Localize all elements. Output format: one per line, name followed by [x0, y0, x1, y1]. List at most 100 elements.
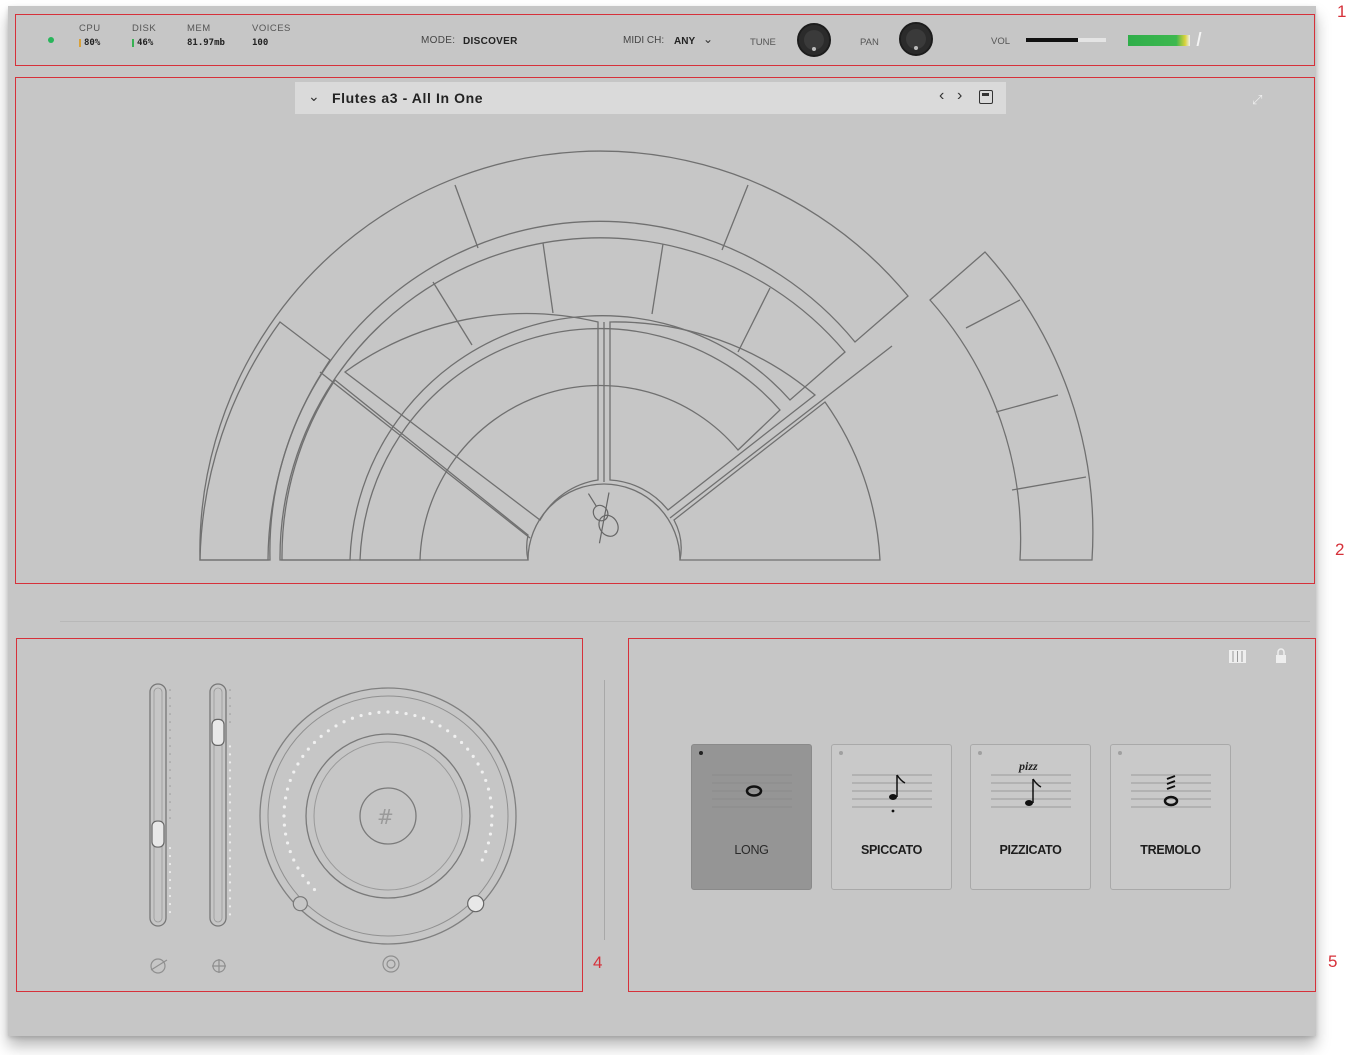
dial-value-dot [283, 796, 288, 800]
dynamics-slider-tick [229, 689, 231, 691]
expression-slider-tick [169, 737, 171, 739]
dial-value-dot [301, 754, 305, 758]
dynamics-slider-tick [228, 865, 232, 868]
dynamics-slider-tick [228, 897, 232, 900]
expression-slider-groove [153, 687, 163, 923]
dial-value-dot [282, 805, 286, 809]
seat-section-middle[interactable] [279, 237, 846, 561]
dynamics-slider-tick [228, 809, 232, 812]
dial-value-dot [413, 713, 417, 718]
expression-slider-tick [169, 769, 171, 771]
violin-icon [587, 492, 619, 544]
dial-value-dot [486, 787, 491, 791]
expression-slider-tick [168, 862, 172, 866]
dial-value-dot [282, 814, 286, 818]
dial-value-dot [490, 823, 494, 827]
keyboard-icon[interactable] [1229, 650, 1246, 663]
expression-slider-tick [169, 809, 171, 811]
dial-value-dot [471, 754, 475, 758]
seat-section-lower-left[interactable] [281, 379, 529, 561]
lock-icon[interactable] [1275, 648, 1287, 664]
dial-icon [382, 955, 400, 973]
dial-value-dot [319, 734, 323, 738]
dial-value-dot [438, 724, 442, 728]
articulation-label: LONG [734, 843, 769, 857]
seat-section-outer-left[interactable] [199, 321, 331, 561]
dynamics-slider-tick [228, 841, 232, 844]
expression-slider-tick [168, 910, 172, 914]
articulation-indicator [1118, 751, 1122, 755]
callout-number-articulations: 5 [1328, 952, 1338, 971]
dynamics-slider-tick [228, 825, 232, 828]
dynamics-slider-tick [229, 721, 231, 723]
articulation-label: PIZZICATO [999, 843, 1062, 857]
dial-value-dot [430, 720, 434, 724]
expression-slider-tick [169, 753, 171, 755]
dynamics-slider-tick [228, 889, 232, 892]
dynamics-slider-tick [228, 753, 232, 756]
dial-value-dot [446, 729, 450, 733]
dial-track-start [292, 896, 308, 912]
articulation-pizzicato[interactable]: pizz PIZZICATO [970, 744, 1091, 890]
expression-slider[interactable] [149, 683, 167, 927]
expression-slider-tick [169, 777, 171, 779]
expression-slider-tick [169, 697, 171, 699]
dial-value-dot [288, 849, 292, 854]
notation-icon [852, 767, 932, 813]
dynamics-slider-tick [228, 745, 232, 748]
dynamics-slider-tick [228, 849, 232, 852]
notation-icon [1131, 767, 1211, 811]
dial-value-dot [288, 778, 292, 783]
dial-value-dot [466, 747, 470, 751]
articulation-tremolo[interactable]: TREMOLO [1110, 744, 1231, 890]
expression-slider-tick [169, 705, 171, 707]
expression-slider-tick [168, 902, 172, 906]
dial-value-dot [282, 823, 286, 827]
expression-slider-tick [169, 745, 171, 747]
section-divider [60, 621, 1310, 622]
dial-handle[interactable] [467, 895, 485, 913]
articulation-long[interactable]: LONG [691, 744, 812, 890]
seat-section-front-right[interactable] [609, 321, 817, 511]
orchestra-seating-map [199, 150, 1094, 561]
articulation-spiccato[interactable]: SPICCATO [831, 744, 952, 890]
expression-slider-tick [169, 817, 171, 819]
dynamics-slider-tick [228, 801, 232, 804]
seat-section-outer[interactable] [199, 150, 909, 561]
dial-value-dot [490, 814, 494, 818]
expression-slider-tick [169, 793, 171, 795]
expression-slider-tick [169, 785, 171, 787]
dynamics-slider-handle[interactable] [211, 718, 225, 747]
expression-slider-tick [169, 689, 171, 691]
dial-value-dot [350, 716, 355, 720]
dial-value-dot [404, 711, 408, 716]
seat-section-right-column[interactable] [929, 251, 1094, 561]
expression-slider-tick [168, 846, 172, 850]
dynamics-slider-tick [228, 833, 232, 836]
performance-controls: # [149, 683, 517, 974]
articulation-indicator [699, 751, 703, 755]
dial-value-dot [285, 841, 290, 845]
dial-value-dot [484, 778, 488, 783]
notation-icon [991, 767, 1071, 811]
dial-value-dot [395, 710, 399, 714]
dynamics-slider-tick [229, 713, 231, 715]
dial-value-dot [453, 734, 457, 738]
dynamics-slider-tick [228, 761, 232, 764]
dial-value-dot [312, 740, 317, 745]
dynamics-slider-tick [228, 881, 232, 884]
expression-slider-handle[interactable] [151, 820, 165, 848]
dynamics-slider-tick [228, 873, 232, 876]
seat-section-inner[interactable] [359, 327, 781, 561]
dynamics-slider-tick [228, 769, 232, 772]
articulation-label: TREMOLO [1140, 843, 1201, 857]
dial-value-dot [359, 713, 363, 718]
dial-value-dot [377, 710, 381, 714]
dial-value-dot [486, 841, 491, 845]
expression-icon [150, 958, 168, 974]
dial-value-dot [421, 716, 426, 720]
expression-slider-tick [168, 870, 172, 874]
dial-value-dot [368, 711, 372, 716]
dynamics-slider-tick [228, 857, 232, 860]
dynamics-slider-tick [229, 705, 231, 707]
